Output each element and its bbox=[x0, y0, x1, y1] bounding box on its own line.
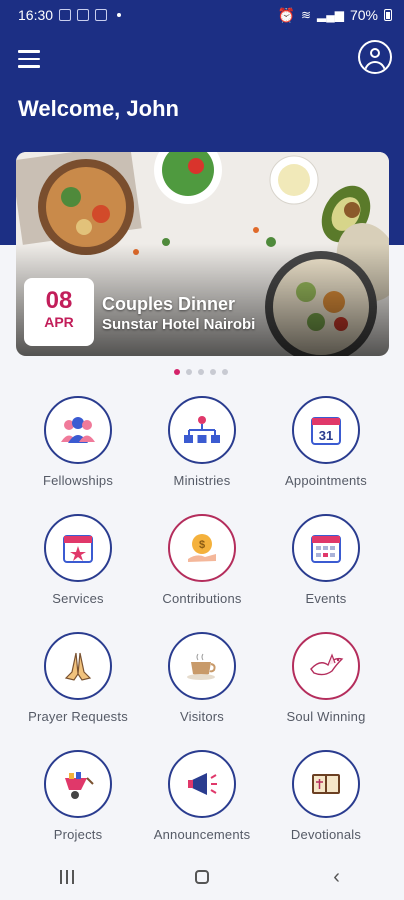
welcome-message: Welcome, John bbox=[18, 96, 179, 121]
dove-icon bbox=[310, 653, 344, 676]
battery-level: 70% bbox=[349, 7, 378, 23]
back-icon[interactable]: ‹ bbox=[307, 862, 367, 892]
wheelbarrow-icon bbox=[65, 772, 94, 799]
alarm-icon: ⏰ bbox=[277, 6, 295, 23]
carousel-dot[interactable] bbox=[222, 369, 228, 375]
event-title: Couples Dinner bbox=[102, 294, 236, 314]
tile-contributions[interactable]: $ Contributions bbox=[140, 514, 264, 624]
tile-devotionals[interactable]: Devotionals bbox=[264, 750, 388, 860]
more-notifications-icon bbox=[117, 13, 122, 17]
hierarchy-icon bbox=[184, 416, 220, 443]
profile-icon[interactable] bbox=[358, 40, 392, 74]
tile-label: Ministries bbox=[173, 473, 231, 488]
notification-icon bbox=[59, 9, 72, 21]
event-day: 08 bbox=[45, 287, 73, 314]
carousel-dot[interactable] bbox=[186, 369, 192, 375]
carousel-dot[interactable] bbox=[210, 369, 216, 375]
megaphone-icon bbox=[188, 773, 217, 795]
event-date-card: 08 APR bbox=[24, 278, 94, 346]
tile-label: Visitors bbox=[180, 709, 224, 724]
praying-hands-icon bbox=[64, 652, 92, 681]
calendar-grid-icon bbox=[311, 535, 341, 563]
calendar-31-icon: 31 bbox=[311, 417, 341, 445]
status-time: 16:30 bbox=[18, 7, 54, 23]
bible-icon bbox=[312, 774, 340, 794]
money-bag-hand-icon: $ bbox=[188, 534, 216, 562]
tile-ministries[interactable]: Ministries bbox=[140, 396, 264, 506]
tile-label: Fellowships bbox=[42, 473, 114, 488]
notification-icon bbox=[77, 9, 90, 21]
carousel-dot[interactable] bbox=[198, 369, 204, 375]
tile-announcements[interactable]: Announcements bbox=[140, 750, 264, 860]
event-venue: Sunstar Hotel Nairobi bbox=[102, 316, 256, 333]
carousel-indicator bbox=[174, 369, 228, 375]
wifi-icon: ≋ bbox=[300, 8, 311, 22]
battery-icon bbox=[384, 9, 392, 21]
tile-events[interactable]: Events bbox=[264, 514, 388, 624]
tile-label: Projects bbox=[53, 827, 103, 842]
calendar-star-icon bbox=[63, 535, 93, 563]
tile-label: Contributions bbox=[162, 591, 242, 606]
event-month: APR bbox=[44, 314, 74, 330]
tile-prayer-requests[interactable]: Prayer Requests bbox=[16, 632, 140, 742]
image-notification-icon bbox=[95, 9, 108, 21]
people-group-icon bbox=[61, 417, 95, 443]
svg-text:31: 31 bbox=[319, 428, 333, 443]
svg-text:$: $ bbox=[199, 539, 205, 551]
tile-services[interactable]: Services bbox=[16, 514, 140, 624]
tile-label: Appointments bbox=[285, 473, 367, 488]
system-navigation-bar: ‹ bbox=[0, 854, 404, 900]
tile-soul-winning[interactable]: Soul Winning bbox=[264, 632, 388, 742]
tile-fellowships[interactable]: Fellowships bbox=[16, 396, 140, 506]
tile-visitors[interactable]: Visitors bbox=[140, 632, 264, 742]
carousel-dot[interactable] bbox=[174, 369, 180, 375]
event-banner[interactable]: 08 APR Couples Dinner Sunstar Hotel Nair… bbox=[16, 152, 389, 356]
status-bar: 16:30 ⏰ ≋ ▂▄▆ 70% bbox=[0, 0, 404, 30]
tile-label: Services bbox=[52, 591, 104, 606]
recent-apps-icon[interactable] bbox=[37, 862, 97, 892]
signal-icon: ▂▄▆ bbox=[317, 8, 344, 22]
coffee-cup-icon bbox=[187, 653, 216, 680]
tile-appointments[interactable]: 31 Appointments bbox=[264, 396, 388, 506]
tile-label: Events bbox=[305, 591, 347, 606]
tile-label: Prayer Requests bbox=[28, 709, 128, 724]
tile-label: Announcements bbox=[153, 827, 251, 842]
home-icon[interactable] bbox=[172, 862, 232, 892]
tile-label: Devotionals bbox=[290, 827, 362, 842]
tile-projects[interactable]: Projects bbox=[16, 750, 140, 860]
tile-label: Soul Winning bbox=[286, 709, 366, 724]
hamburger-menu-icon[interactable] bbox=[18, 50, 40, 68]
